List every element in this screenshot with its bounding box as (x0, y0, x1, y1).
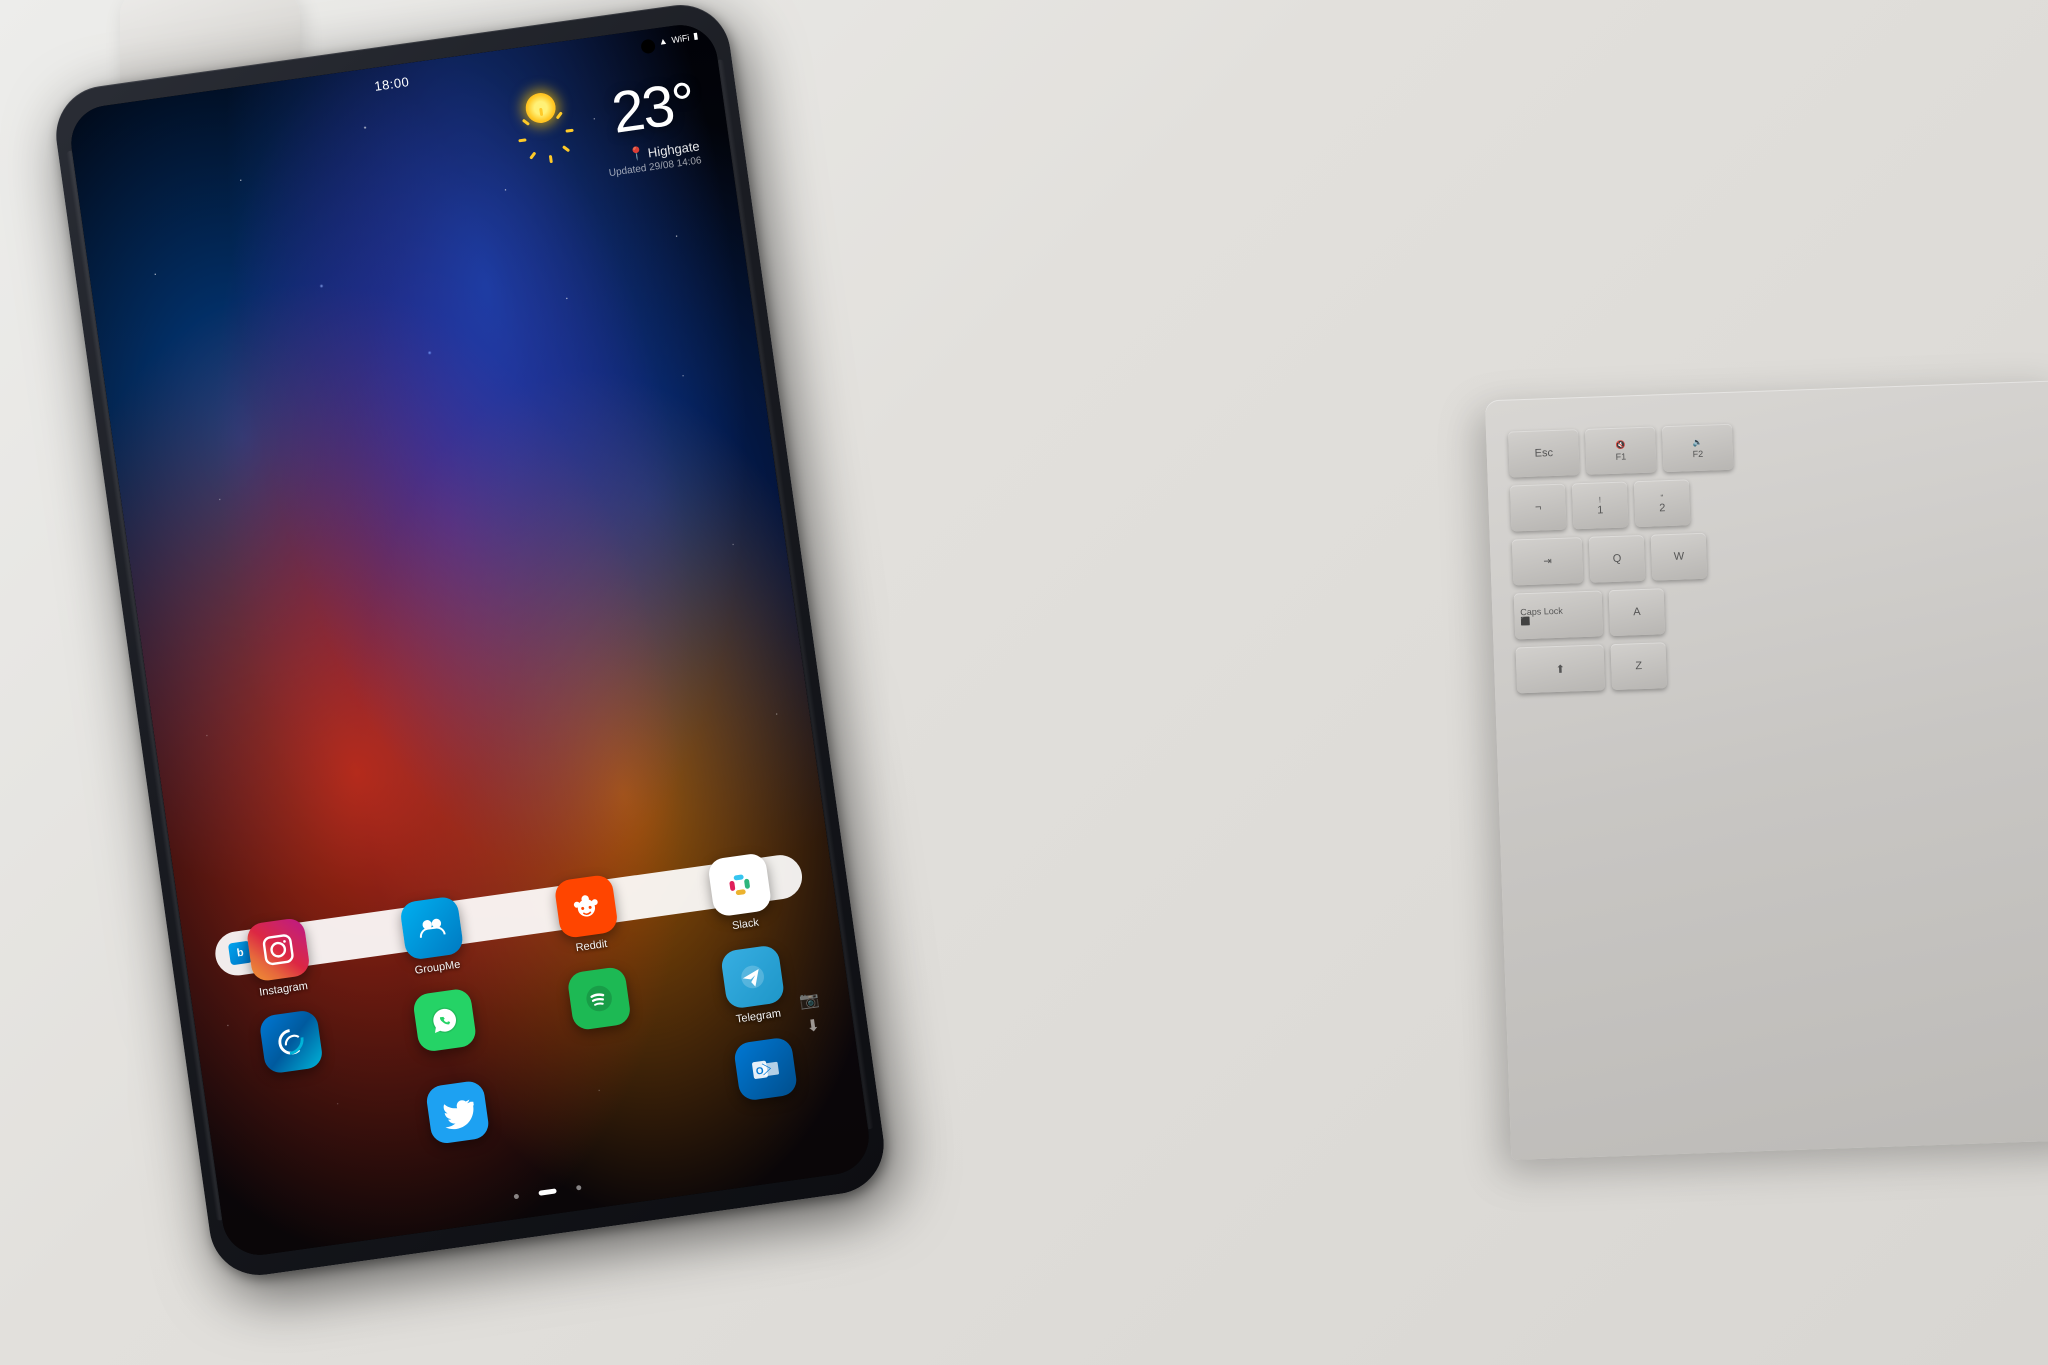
key-f2-label: F2 (1692, 448, 1703, 458)
key-f1-icon: 🔇 (1615, 440, 1625, 449)
status-icons: ▲ WiFi ▮ (658, 30, 699, 46)
status-time: 18:00 (373, 74, 410, 94)
key-caps-lock[interactable]: Caps Lock ⬛ (1514, 590, 1604, 639)
spotify-icon (566, 966, 632, 1032)
shift-icon: ⬆ (1555, 662, 1565, 675)
nav-dot-3 (576, 1185, 582, 1191)
caps-lock-label: Caps Lock (1520, 605, 1563, 616)
edge-icon (258, 1009, 324, 1075)
app-item-spotify[interactable] (523, 960, 678, 1055)
groupme-icon (399, 895, 465, 961)
key-esc-label: Esc (1534, 447, 1553, 460)
slack-label: Slack (731, 917, 759, 933)
key-1[interactable]: ! 1 (1572, 481, 1629, 529)
key-f2[interactable]: 🔉 F2 (1662, 424, 1734, 472)
battery-icon: ▮ (692, 30, 698, 42)
reddit-icon (553, 874, 619, 940)
location-pin-icon: 📍 (628, 145, 646, 163)
key-backtick[interactable]: ¬ (1510, 484, 1567, 532)
key-2-top: " (1660, 493, 1663, 502)
nav-dot-1 (514, 1194, 520, 1200)
whatsapp-icon (412, 987, 478, 1053)
key-2-label: 2 (1659, 502, 1666, 514)
key-row-1: Esc 🔇 F1 🔉 F2 (1508, 413, 2045, 478)
keyboard: Esc 🔇 F1 🔉 F2 ¬ ! (1485, 380, 2048, 1160)
keyboard-inner: Esc 🔇 F1 🔉 F2 ¬ ! (1495, 390, 2048, 1149)
signal-icon: ▲ (658, 35, 668, 46)
key-row-2: ¬ ! 1 " 2 (1510, 467, 2047, 532)
app-item-telegram[interactable]: Telegram (677, 938, 832, 1033)
key-w-label: W (1674, 550, 1685, 562)
weather-sun-icon (509, 77, 571, 139)
telegram-label: Telegram (735, 1007, 781, 1025)
key-row-4: Caps Lock ⬛ A (1514, 575, 2048, 640)
caps-lock-icon: ⬛ (1520, 616, 1530, 625)
reddit-label: Reddit (575, 938, 608, 954)
key-a-label: A (1633, 606, 1641, 618)
telegram-icon (720, 944, 786, 1010)
key-row-3: ⇥ Q W (1512, 521, 2048, 586)
key-f2-icon: 🔉 (1692, 437, 1702, 446)
key-z[interactable]: Z (1610, 642, 1667, 690)
wifi-icon: WiFi (671, 32, 690, 44)
app-item-edge[interactable] (215, 1003, 370, 1098)
instagram-label: Instagram (258, 980, 308, 999)
groupme-label: GroupMe (414, 959, 461, 977)
svg-text:O: O (755, 1066, 764, 1078)
key-q[interactable]: Q (1589, 535, 1646, 583)
slack-icon (707, 852, 773, 918)
key-z-label: Z (1635, 660, 1642, 672)
key-tab-label: ⇥ (1543, 556, 1552, 567)
key-tab[interactable]: ⇥ (1512, 537, 1584, 585)
key-1-top: ! (1599, 495, 1602, 504)
key-shift[interactable]: ⬆ (1516, 644, 1606, 693)
outlook-icon: O (733, 1036, 799, 1102)
instagram-icon (245, 917, 311, 983)
key-backtick-label: ¬ (1535, 501, 1542, 513)
twitter-icon (425, 1080, 491, 1146)
key-row-5: ⬆ Z (1516, 629, 2048, 694)
weather-widget: 23° 📍 Highgate Updated 29/08 14:06 (597, 74, 702, 179)
key-f1-label: F1 (1616, 451, 1627, 461)
key-a[interactable]: A (1609, 588, 1666, 636)
phone-screen: 18:00 ▲ WiFi ▮ 23° 📍 Highgate Updated 29… (66, 20, 873, 1259)
app-item-whatsapp[interactable] (369, 981, 524, 1076)
key-esc[interactable]: Esc (1508, 429, 1580, 477)
weather-temperature: 23° (597, 74, 698, 144)
key-1-label: 1 (1597, 504, 1604, 516)
key-2[interactable]: " 2 (1634, 479, 1691, 527)
key-w[interactable]: W (1651, 533, 1708, 581)
key-f1[interactable]: 🔇 F1 (1585, 426, 1657, 474)
key-q-label: Q (1613, 553, 1622, 565)
